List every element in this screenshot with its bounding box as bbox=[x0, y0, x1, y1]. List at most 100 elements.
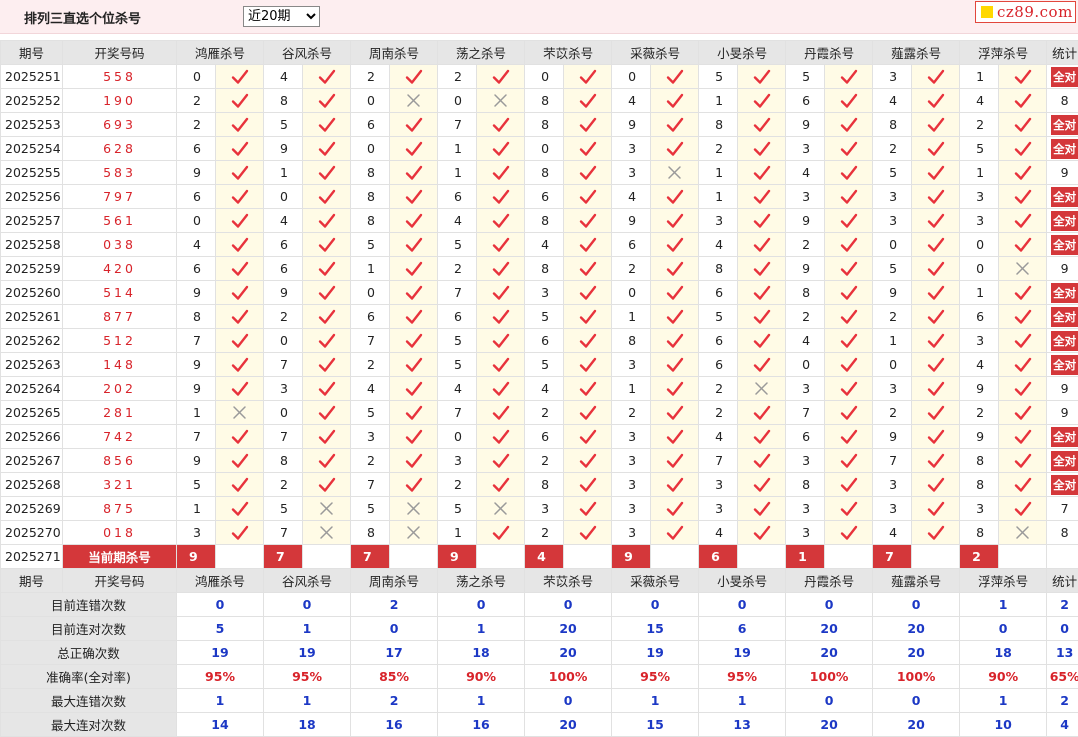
result-mark-cell bbox=[216, 449, 264, 473]
kill-number-cell: 9 bbox=[177, 353, 216, 377]
result-mark-cell bbox=[651, 305, 699, 329]
kill-number-cell: 8 bbox=[699, 113, 738, 137]
result-mark-cell bbox=[477, 497, 525, 521]
result-mark-cell bbox=[999, 65, 1047, 89]
result-mark-cell bbox=[912, 185, 960, 209]
kill-number-cell: 6 bbox=[177, 185, 216, 209]
result-mark-cell bbox=[651, 353, 699, 377]
col-header-expert: 薤露杀号 bbox=[873, 41, 960, 65]
current-empty-cell bbox=[390, 545, 438, 569]
summary-stat-value: 0 bbox=[1047, 617, 1078, 641]
check-icon bbox=[839, 164, 859, 182]
cross-icon bbox=[1013, 524, 1033, 542]
result-mark-cell bbox=[564, 89, 612, 113]
col-header-expert: 丹霞杀号 bbox=[786, 569, 873, 593]
kill-number-cell: 8 bbox=[525, 113, 564, 137]
summary-value: 95% bbox=[264, 665, 351, 689]
result-mark-cell bbox=[303, 521, 351, 545]
result-mark-cell bbox=[912, 65, 960, 89]
check-icon bbox=[317, 356, 337, 374]
check-icon bbox=[752, 428, 772, 446]
check-icon bbox=[491, 212, 511, 230]
current-kill-number: 9 bbox=[438, 545, 477, 569]
check-icon bbox=[404, 308, 424, 326]
result-mark-cell bbox=[651, 473, 699, 497]
check-icon bbox=[665, 500, 685, 518]
table-row: 20252546286901032325全对 bbox=[1, 137, 1078, 161]
current-empty-cell bbox=[651, 545, 699, 569]
kill-number-cell: 7 bbox=[351, 473, 390, 497]
all-correct-badge: 全对 bbox=[1051, 331, 1078, 351]
all-correct-badge: 全对 bbox=[1051, 283, 1078, 303]
draw-number-cell: 628 bbox=[63, 137, 177, 161]
cross-icon bbox=[230, 404, 250, 422]
check-icon bbox=[665, 356, 685, 374]
kill-number-cell: 3 bbox=[699, 497, 738, 521]
check-icon bbox=[839, 260, 859, 278]
period-cell: 2025259 bbox=[1, 257, 63, 281]
col-header-expert: 荡之杀号 bbox=[438, 41, 525, 65]
period-cell: 2025255 bbox=[1, 161, 63, 185]
summary-value: 0 bbox=[438, 593, 525, 617]
result-mark-cell bbox=[738, 521, 786, 545]
check-icon bbox=[665, 332, 685, 350]
kill-number-cell: 3 bbox=[873, 65, 912, 89]
kill-number-cell: 4 bbox=[525, 233, 564, 257]
result-mark-cell bbox=[477, 257, 525, 281]
stat-cell: 9 bbox=[1047, 401, 1078, 425]
check-icon bbox=[230, 164, 250, 182]
kill-number-cell: 5 bbox=[351, 233, 390, 257]
kill-number-cell: 3 bbox=[699, 209, 738, 233]
stat-value: 9 bbox=[1061, 261, 1069, 276]
result-mark-cell bbox=[477, 89, 525, 113]
result-mark-cell bbox=[216, 137, 264, 161]
result-mark-cell bbox=[216, 425, 264, 449]
kill-number-cell: 1 bbox=[873, 329, 912, 353]
kill-number-cell: 2 bbox=[525, 401, 564, 425]
result-mark-cell bbox=[651, 137, 699, 161]
result-mark-cell bbox=[303, 233, 351, 257]
current-empty-cell bbox=[216, 545, 264, 569]
result-mark-cell bbox=[477, 65, 525, 89]
check-icon bbox=[404, 452, 424, 470]
kill-number-cell: 5 bbox=[438, 353, 477, 377]
summary-label: 总正确次数 bbox=[1, 641, 177, 665]
check-icon bbox=[578, 260, 598, 278]
result-mark-cell bbox=[999, 233, 1047, 257]
result-mark-cell bbox=[390, 209, 438, 233]
kill-number-cell: 9 bbox=[177, 377, 216, 401]
kill-number-cell: 5 bbox=[177, 473, 216, 497]
result-mark-cell bbox=[390, 353, 438, 377]
kill-number-cell: 7 bbox=[786, 401, 825, 425]
result-mark-cell bbox=[564, 305, 612, 329]
summary-value: 1 bbox=[960, 593, 1047, 617]
kill-number-cell: 4 bbox=[699, 233, 738, 257]
kill-number-cell: 5 bbox=[873, 257, 912, 281]
check-icon bbox=[230, 380, 250, 398]
kill-number-cell: 2 bbox=[177, 89, 216, 113]
check-icon bbox=[230, 236, 250, 254]
kill-number-cell: 1 bbox=[960, 161, 999, 185]
result-mark-cell bbox=[825, 497, 873, 521]
top-bar: 排列三直选个位杀号 近20期 cz89.com bbox=[0, 0, 1078, 34]
kill-number-cell: 4 bbox=[699, 425, 738, 449]
result-mark-cell bbox=[825, 257, 873, 281]
check-icon bbox=[317, 428, 337, 446]
result-mark-cell bbox=[651, 497, 699, 521]
site-logo[interactable]: cz89.com bbox=[975, 1, 1076, 23]
result-mark-cell bbox=[651, 377, 699, 401]
kill-number-cell: 1 bbox=[438, 521, 477, 545]
summary-value: 19 bbox=[612, 641, 699, 665]
summary-row: 最大连错次数11210110012 bbox=[1, 689, 1078, 713]
col-header-expert: 采薇杀号 bbox=[612, 569, 699, 593]
kill-number-cell: 6 bbox=[612, 233, 651, 257]
kill-number-cell: 2 bbox=[351, 65, 390, 89]
period-cell: 2025256 bbox=[1, 185, 63, 209]
period-select[interactable]: 近20期 bbox=[243, 6, 320, 27]
summary-value: 6 bbox=[699, 617, 786, 641]
check-icon bbox=[491, 260, 511, 278]
kill-number-cell: 9 bbox=[177, 281, 216, 305]
check-icon bbox=[491, 476, 511, 494]
result-mark-cell bbox=[216, 401, 264, 425]
check-icon bbox=[752, 500, 772, 518]
